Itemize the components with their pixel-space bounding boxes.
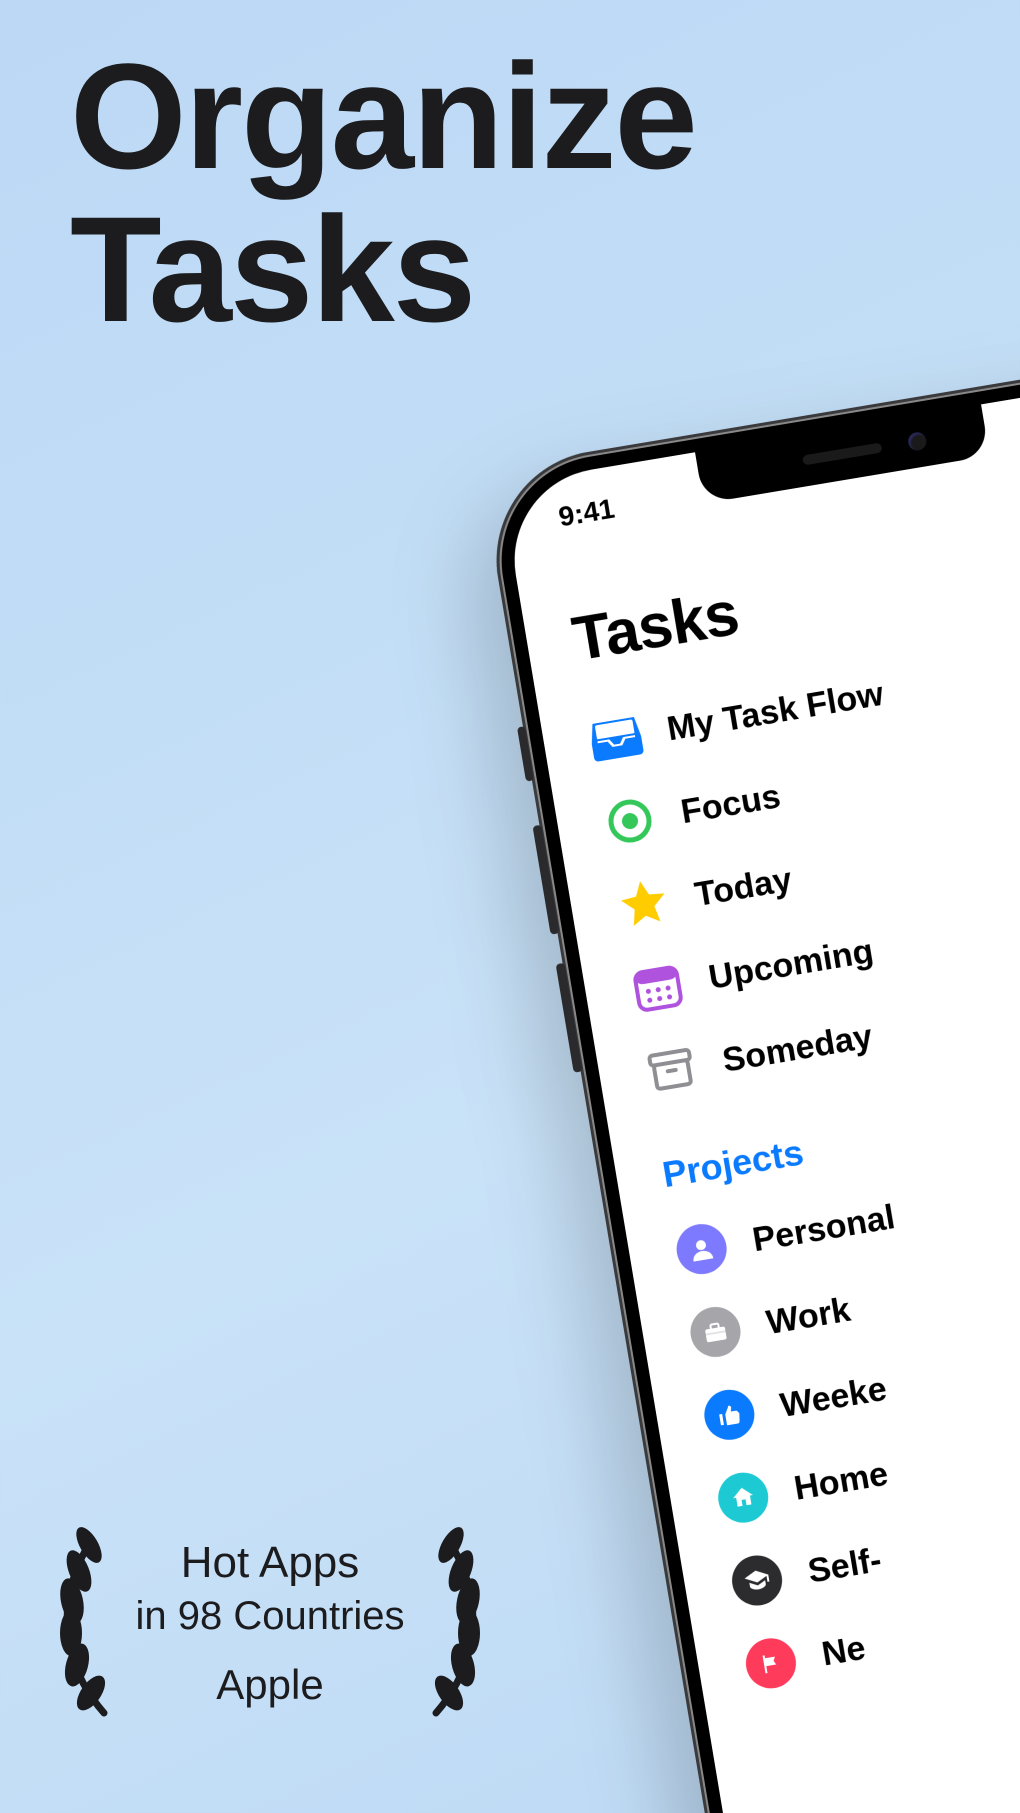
list-item-label: Upcoming bbox=[706, 932, 876, 998]
laurel-right-icon bbox=[411, 1523, 491, 1723]
badge-title: Hot Apps bbox=[135, 1538, 404, 1588]
list-item-label: My Task Flow bbox=[664, 674, 886, 749]
list-item-label: Personal bbox=[750, 1198, 898, 1260]
flag-icon bbox=[741, 1633, 801, 1693]
phone-screen: 9:41 Tasks My Task FlowFocusTodayUpcomin… bbox=[501, 372, 1020, 1813]
list-item-label: Self- bbox=[805, 1541, 884, 1592]
list-item-label: Work bbox=[764, 1290, 854, 1342]
briefcase-icon bbox=[686, 1302, 746, 1362]
award-badge: Hot Apps in 98 Countries Apple bbox=[60, 1523, 480, 1723]
phone-mockup: 9:41 Tasks My Task FlowFocusTodayUpcomin… bbox=[480, 351, 1020, 1813]
person-icon bbox=[672, 1219, 732, 1279]
list-item-label: Weeke bbox=[777, 1369, 889, 1425]
graduation-icon bbox=[727, 1551, 787, 1611]
hero-line-1: Organize bbox=[70, 40, 696, 193]
list-item-label: Ne bbox=[819, 1628, 868, 1674]
smart-lists: My Task Flow Focus Today Upcoming Someday bbox=[584, 603, 1020, 1115]
archive-icon bbox=[642, 1040, 702, 1100]
home-icon bbox=[713, 1468, 773, 1528]
laurel-left-icon bbox=[49, 1523, 129, 1723]
list-item-label: Someday bbox=[720, 1017, 876, 1080]
phone-silence-switch bbox=[517, 726, 534, 782]
star-icon bbox=[614, 874, 674, 934]
phone-volume-down-button bbox=[556, 963, 583, 1073]
thumbs-up-icon bbox=[699, 1385, 759, 1445]
hero-title: Organize Tasks bbox=[70, 40, 696, 346]
hero-line-2: Tasks bbox=[70, 193, 696, 346]
list-item-label: Today bbox=[692, 860, 795, 915]
calendar-icon bbox=[628, 957, 688, 1017]
list-item-label: Focus bbox=[678, 777, 783, 832]
list-item-label: Home bbox=[791, 1454, 891, 1508]
badge-source: Apple bbox=[135, 1661, 404, 1709]
focus-icon bbox=[600, 791, 660, 851]
phone-volume-up-button bbox=[533, 825, 560, 935]
projects-list: Personal Work Weeke Home Self- Ne bbox=[669, 1114, 1020, 1709]
status-time: 9:41 bbox=[556, 493, 617, 534]
badge-subtitle: in 98 Countries bbox=[135, 1594, 404, 1639]
inbox-icon bbox=[586, 708, 646, 768]
